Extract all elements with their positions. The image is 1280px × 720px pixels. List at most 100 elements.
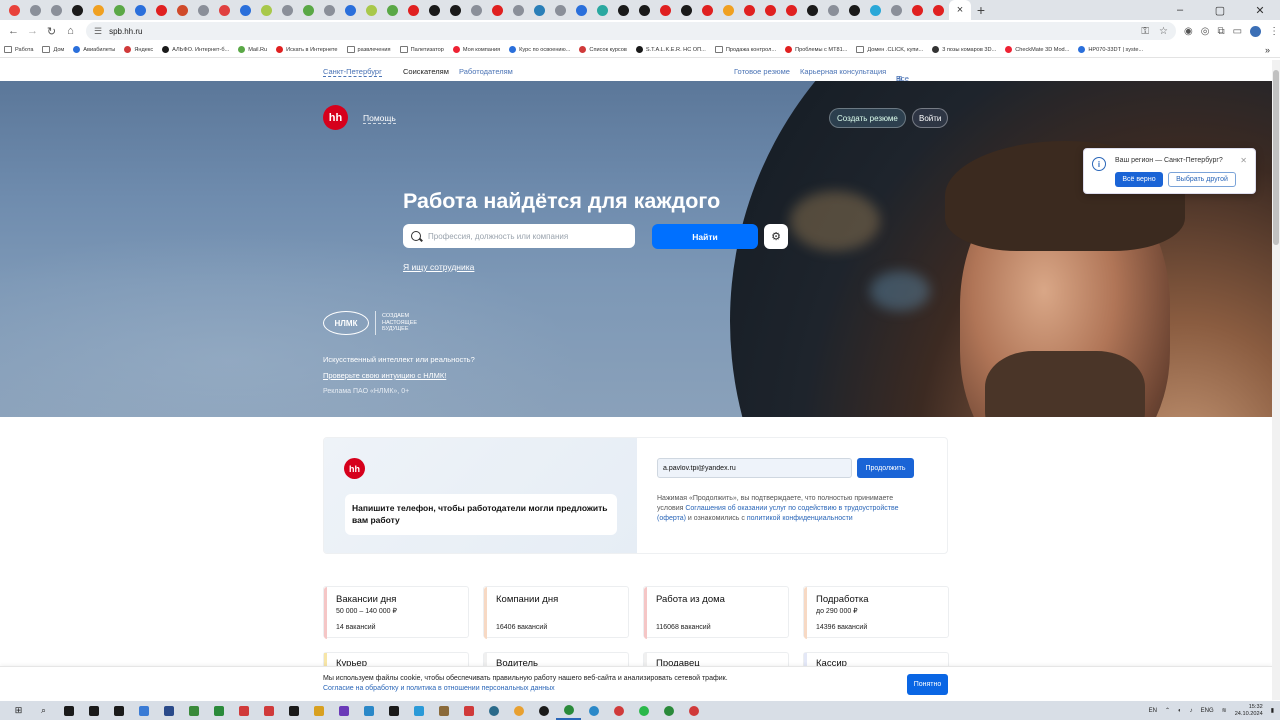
taskbar-app[interactable] <box>256 701 281 720</box>
address-bar[interactable]: ☰ spb.hh.ru ⚿ ☆ <box>86 22 1176 40</box>
taskbar-app[interactable] <box>81 701 106 720</box>
browser-tab[interactable] <box>172 0 193 20</box>
vacancy-card[interactable]: Работа из дома 116068 вакансий <box>643 586 789 639</box>
nav-seekers[interactable]: Соискателям <box>403 67 449 76</box>
vacancy-card[interactable]: Компании дня 16406 вакансий <box>483 586 629 639</box>
taskbar-app[interactable] <box>231 701 256 720</box>
star-icon[interactable]: ☆ <box>1159 26 1168 37</box>
browser-tab[interactable] <box>109 0 130 20</box>
browser-tab[interactable] <box>445 0 466 20</box>
bookmark-item[interactable]: Домен .CLICK, купи... <box>856 46 923 53</box>
browser-tab[interactable] <box>25 0 46 20</box>
employer-search-link[interactable]: Я ищу сотрудника <box>403 262 474 272</box>
find-button[interactable]: Найти <box>652 224 758 249</box>
key-icon[interactable]: ⚿ <box>1141 26 1149 37</box>
bookmark-item[interactable]: S.T.A.L.K.E.R. НС ОП... <box>635 46 706 53</box>
continue-button[interactable]: Продолжить <box>857 458 914 478</box>
browser-tab[interactable] <box>844 0 865 20</box>
taskbar-app[interactable] <box>131 701 156 720</box>
reload-button[interactable]: ↻ <box>42 22 61 41</box>
new-tab-button[interactable]: + <box>971 0 991 20</box>
close-icon[interactable]: ✕ <box>1240 156 1247 165</box>
browser-tab[interactable] <box>802 0 823 20</box>
bookmark-item[interactable]: Яндекс <box>124 46 153 53</box>
email-field[interactable] <box>657 458 852 478</box>
browser-tab[interactable] <box>340 0 361 20</box>
vacancy-card[interactable]: Подработка до 290 000 ₽ 14396 вакансий <box>803 586 949 639</box>
browser-tab[interactable] <box>88 0 109 20</box>
browser-tab[interactable] <box>634 0 655 20</box>
taskbar-app[interactable] <box>556 701 581 720</box>
browser-tab[interactable] <box>907 0 928 20</box>
browser-tab[interactable] <box>361 0 382 20</box>
bookmark-item[interactable]: Работа <box>4 46 33 53</box>
clock[interactable]: 15:32 24.10.2024 <box>1235 704 1263 717</box>
close-icon[interactable]: × <box>957 4 963 16</box>
nav-ready-resume[interactable]: Готовое резюме <box>734 67 790 76</box>
taskbar-app[interactable] <box>206 701 231 720</box>
tab-active[interactable]: × <box>949 0 971 20</box>
browser-tab[interactable] <box>256 0 277 20</box>
scrollbar-thumb[interactable] <box>1273 70 1279 245</box>
login-button[interactable]: Войти <box>912 108 949 128</box>
network-icon[interactable]: ◐ <box>1178 708 1182 714</box>
bookmark-item[interactable]: 3 позы комаров 3D... <box>932 46 996 53</box>
bookmark-item[interactable]: Дом <box>42 46 64 53</box>
nav-employers[interactable]: Работодателям <box>459 67 513 76</box>
browser-tab[interactable] <box>466 0 487 20</box>
bookmark-item[interactable]: Моя компания <box>452 46 500 53</box>
sidebar-icon[interactable]: ▭ <box>1233 26 1242 37</box>
taskbar-app[interactable] <box>531 701 556 720</box>
taskbar-app[interactable] <box>631 701 656 720</box>
nlmk-ad-logo[interactable]: НЛМК СОЗДАЕМ НАСТОЯЩЕЕ БУДУЩЕЕ <box>323 311 418 335</box>
extension-icon[interactable]: ◎ <box>1201 26 1210 37</box>
browser-tab[interactable] <box>298 0 319 20</box>
browser-tab[interactable] <box>130 0 151 20</box>
browser-tab[interactable] <box>277 0 298 20</box>
taskbar-app[interactable] <box>581 701 606 720</box>
notifications-icon[interactable]: ▮ <box>1271 707 1274 714</box>
taskbar-app[interactable] <box>331 701 356 720</box>
browser-tab[interactable] <box>760 0 781 20</box>
bookmark-item[interactable]: Авиабилеты <box>73 46 115 53</box>
taskbar-app[interactable] <box>431 701 456 720</box>
region-confirm-button[interactable]: Всё верно <box>1115 172 1163 187</box>
region-change-button[interactable]: Выбрать другой <box>1168 172 1236 187</box>
bookmark-item[interactable]: развлечения <box>346 46 391 53</box>
browser-tab[interactable] <box>865 0 886 20</box>
browser-tab[interactable] <box>46 0 67 20</box>
taskbar-app[interactable] <box>56 701 81 720</box>
site-info-icon[interactable]: ☰ <box>94 26 102 37</box>
browser-tab[interactable] <box>67 0 88 20</box>
bookmark-item[interactable]: Искать в Интернете <box>276 46 338 53</box>
extension-icon[interactable]: ◉ <box>1184 26 1193 37</box>
browser-tab[interactable] <box>193 0 214 20</box>
search-box[interactable] <box>403 224 635 248</box>
bookmarks-more-button[interactable]: » <box>1265 45 1280 55</box>
browser-tab[interactable] <box>928 0 949 20</box>
close-window-button[interactable]: ✕ <box>1240 0 1280 20</box>
taskbar-app[interactable] <box>606 701 631 720</box>
taskbar-app[interactable] <box>181 701 206 720</box>
nav-career[interactable]: Карьерная консультация <box>800 67 886 76</box>
browser-tab[interactable] <box>529 0 550 20</box>
browser-tab[interactable] <box>886 0 907 20</box>
puzzle-icon[interactable]: ⧉ <box>1217 26 1224 37</box>
taskbar-app[interactable] <box>656 701 681 720</box>
browser-tab[interactable] <box>235 0 256 20</box>
search-input[interactable] <box>428 231 618 241</box>
home-button[interactable]: ⌂ <box>61 22 80 41</box>
taskbar-app[interactable] <box>306 701 331 720</box>
browser-tab[interactable] <box>655 0 676 20</box>
bookmark-item[interactable]: CheckMate 3D Mod... <box>1005 46 1069 53</box>
browser-tab[interactable] <box>676 0 697 20</box>
bookmark-item[interactable]: НР070-33DT | syste... <box>1078 46 1143 53</box>
browser-tab[interactable] <box>487 0 508 20</box>
browser-tab[interactable] <box>424 0 445 20</box>
browser-tab[interactable] <box>823 0 844 20</box>
filter-button[interactable]: ⚙ <box>764 224 788 249</box>
maximize-button[interactable]: ▢ <box>1200 0 1240 20</box>
taskbar-app[interactable] <box>381 701 406 720</box>
taskbar-app[interactable] <box>681 701 706 720</box>
city-selector[interactable]: Санкт-Петербург <box>323 67 382 77</box>
